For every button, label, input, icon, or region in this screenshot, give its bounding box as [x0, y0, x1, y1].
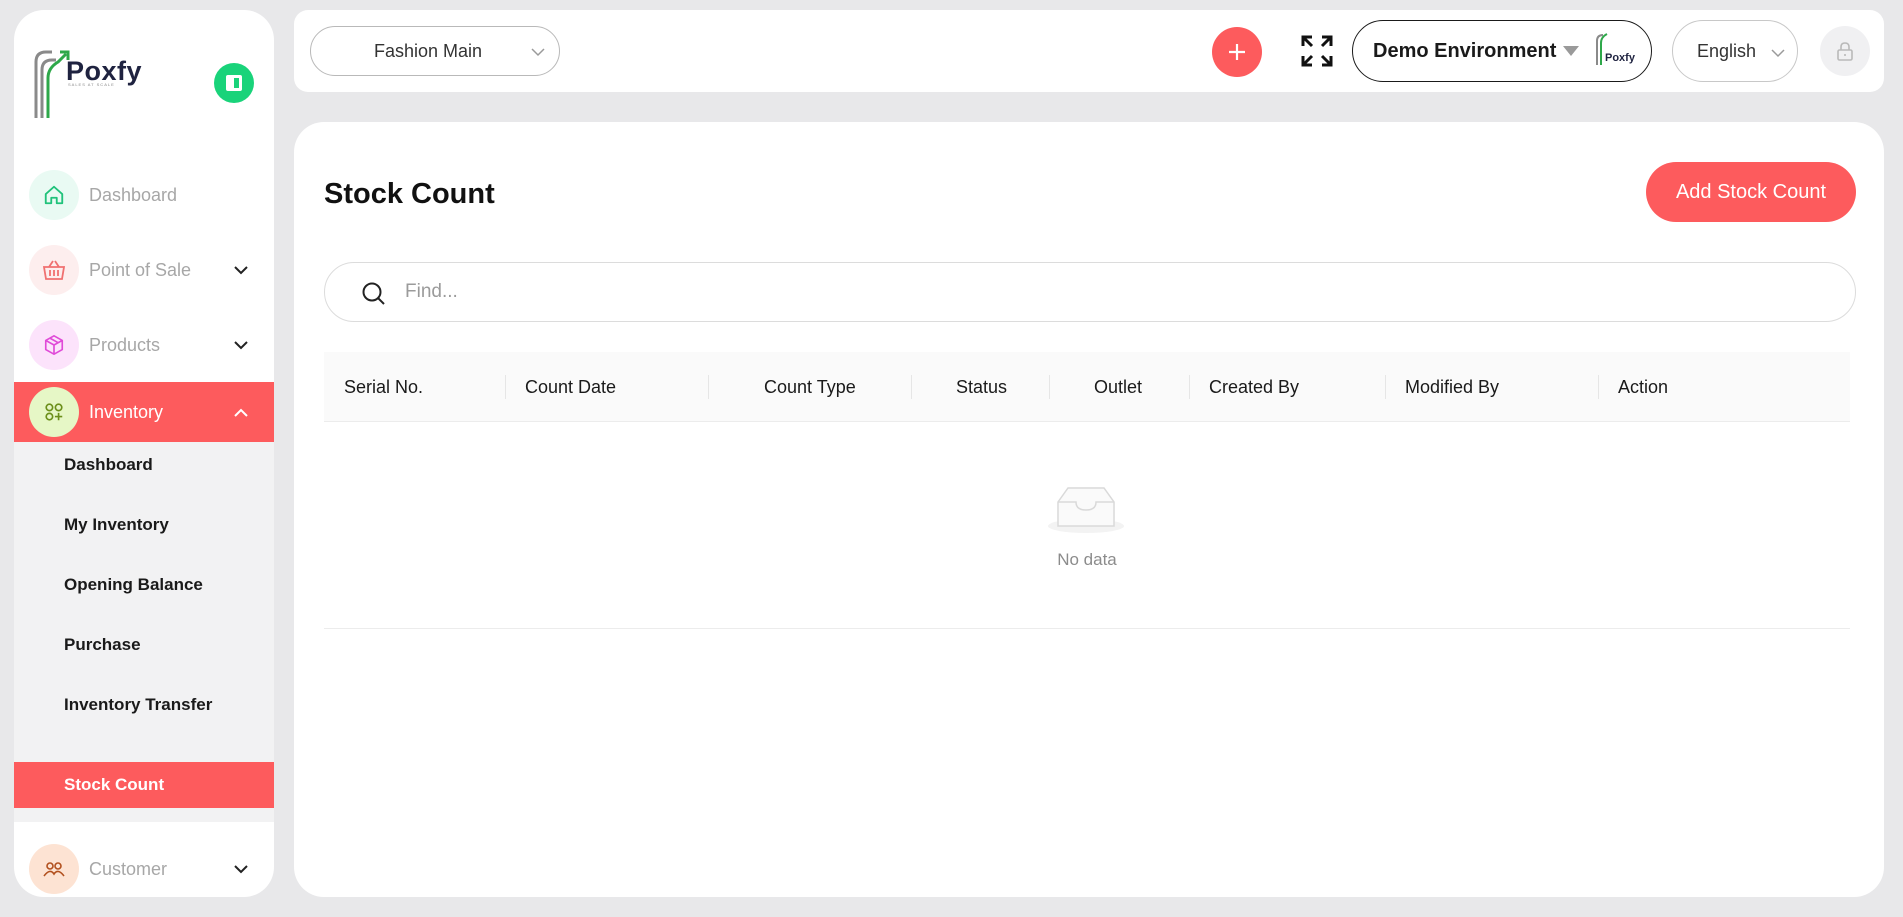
- language-select-value: English: [1697, 40, 1757, 61]
- users-icon: [29, 844, 79, 894]
- lock-button[interactable]: [1820, 26, 1870, 76]
- sidebar-item-label: Products: [89, 334, 161, 355]
- caret-down-icon: [1563, 46, 1579, 56]
- plus-icon: [1229, 44, 1245, 60]
- grid-plus-icon: [29, 387, 79, 437]
- logo-tagline: SALES AT SCALE: [68, 82, 115, 87]
- column-divider: [911, 375, 912, 399]
- chevron-down-icon: [232, 336, 250, 354]
- column-header-serial-no[interactable]: Serial No.: [344, 352, 423, 422]
- chevron-down-icon: [232, 261, 250, 279]
- basket-icon: [29, 245, 79, 295]
- outlet-select[interactable]: Fashion Main: [310, 26, 560, 76]
- table-header: Serial No. Count Date Count Type Status …: [324, 352, 1850, 422]
- column-header-outlet[interactable]: Outlet: [1094, 352, 1142, 422]
- main-content: Stock Count Add Stock Count Serial No. C…: [294, 122, 1884, 897]
- topbar: Fashion Main Demo Environment Poxfy Engl…: [294, 10, 1884, 92]
- page-title: Stock Count: [324, 178, 495, 210]
- column-divider: [1189, 375, 1190, 399]
- column-header-created-by[interactable]: Created By: [1209, 352, 1299, 422]
- box-icon: [29, 320, 79, 370]
- inventory-submenu: Dashboard My Inventory Opening Balance P…: [14, 442, 274, 822]
- sidebar-item-label: Inventory: [89, 401, 164, 422]
- sidebar-item-label: Dashboard: [89, 184, 178, 205]
- environment-select[interactable]: Demo Environment Poxfy: [1352, 20, 1652, 82]
- sidebar-item-label: Point of Sale: [89, 259, 192, 280]
- submenu-item-purchase[interactable]: Purchase: [14, 622, 274, 668]
- table-body: No data: [324, 422, 1850, 629]
- quick-add-button[interactable]: [1212, 27, 1262, 77]
- chevron-down-icon: [232, 860, 250, 878]
- submenu-item-dashboard[interactable]: Dashboard: [14, 442, 274, 488]
- search-icon: [362, 282, 385, 305]
- search-input[interactable]: [405, 275, 1805, 309]
- home-icon: [29, 170, 79, 220]
- empty-inbox-icon: [1048, 487, 1124, 533]
- sidebar-item-products[interactable]: Products: [14, 315, 274, 375]
- stock-count-table: Serial No. Count Date Count Type Status …: [324, 352, 1850, 629]
- chevron-up-icon: [232, 403, 250, 421]
- submenu-item-my-inventory[interactable]: My Inventory: [14, 502, 274, 548]
- sidebar-collapse-button[interactable]: [214, 63, 254, 103]
- column-divider: [1049, 375, 1050, 399]
- fullscreen-icon[interactable]: [1300, 34, 1334, 68]
- lock-icon: [1837, 42, 1853, 61]
- poxfy-mini-logo: Poxfy: [1596, 33, 1636, 65]
- sidebar-item-point-of-sale[interactable]: Point of Sale: [14, 240, 274, 300]
- sidebar-item-dashboard[interactable]: Dashboard: [14, 165, 274, 225]
- environment-select-value: Demo Environment: [1373, 39, 1557, 62]
- column-header-status[interactable]: Status: [956, 352, 1007, 422]
- column-divider: [505, 375, 506, 399]
- language-select[interactable]: English: [1672, 20, 1798, 82]
- submenu-item-opening-balance[interactable]: Opening Balance: [14, 562, 274, 608]
- column-header-count-type[interactable]: Count Type: [764, 352, 856, 422]
- submenu-item-stock-count[interactable]: Stock Count: [14, 762, 274, 808]
- submenu-item-inventory-transfer[interactable]: Inventory Transfer: [14, 682, 274, 728]
- chevron-down-icon: [531, 44, 545, 62]
- env-logo-text: Poxfy: [1605, 52, 1636, 64]
- column-divider: [1598, 375, 1599, 399]
- column-header-action[interactable]: Action: [1618, 352, 1668, 422]
- sidebar: Poxfy SALES AT SCALE Dashboard Point of …: [14, 10, 274, 897]
- column-header-modified-by[interactable]: Modified By: [1405, 352, 1499, 422]
- sidebar-item-label: Customer: [89, 858, 168, 879]
- add-stock-count-button[interactable]: Add Stock Count: [1646, 162, 1856, 222]
- column-divider: [1385, 375, 1386, 399]
- sidebar-item-customer[interactable]: Customer: [14, 839, 274, 897]
- column-divider: [708, 375, 709, 399]
- column-header-count-date[interactable]: Count Date: [525, 352, 616, 422]
- empty-state-text: No data: [1057, 550, 1117, 569]
- sidebar-toggle-icon: [226, 75, 242, 91]
- sidebar-item-inventory[interactable]: Inventory: [14, 382, 274, 442]
- outlet-select-value: Fashion Main: [374, 40, 483, 61]
- search-bar: [324, 262, 1856, 322]
- chevron-down-icon: [1771, 45, 1785, 63]
